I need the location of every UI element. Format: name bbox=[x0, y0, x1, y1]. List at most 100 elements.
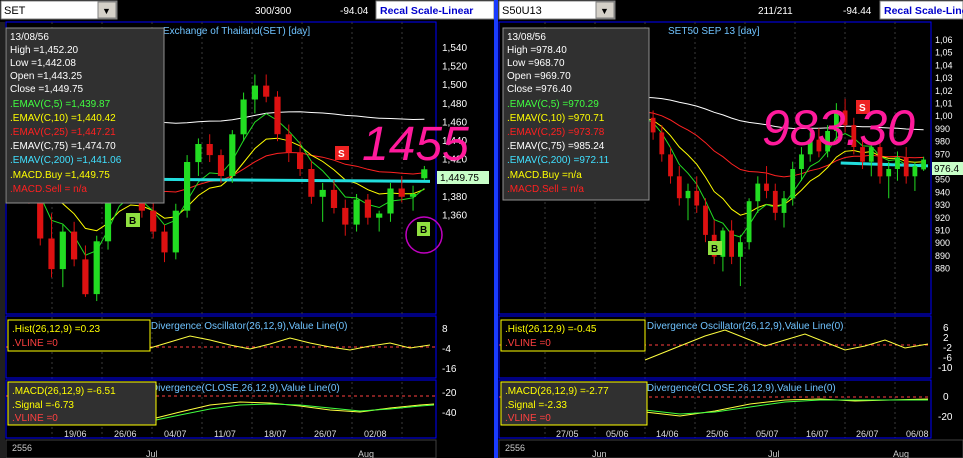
right-macd-label: .MACD(26,12,9) =-2.77 bbox=[505, 386, 609, 397]
date-tick-label: 27/05 bbox=[556, 429, 579, 439]
left-macd-label: .MACD(26,12,9) =-6.51 bbox=[12, 386, 116, 397]
left-recal-label: Recal Scale-Linear bbox=[380, 5, 473, 17]
left-info-emav25: .EMAV(C,25) =1,447.21 bbox=[10, 127, 116, 138]
right-symbol-text: S50U13 bbox=[502, 5, 542, 17]
right-info-emav10: .EMAV(C,10) =970.71 bbox=[507, 113, 605, 124]
left-macd-vline: .VLINE =0 bbox=[12, 413, 58, 424]
candle-body bbox=[903, 157, 909, 177]
date-tick-label: 05/07 bbox=[756, 429, 779, 439]
left-counter: 300/300 bbox=[255, 6, 292, 17]
price-tick-label: 1,540 bbox=[442, 43, 467, 54]
left-info-open: Open =1,443.25 bbox=[10, 71, 82, 82]
left-hist-label-box: .Hist(26,12,9) =0.23 .VLINE =0 bbox=[7, 319, 151, 352]
candle-body bbox=[895, 157, 900, 169]
price-tick-label: 1,380 bbox=[442, 192, 467, 203]
date-tick-label: 26/06 bbox=[114, 429, 137, 439]
date-tick-label: 19/06 bbox=[64, 429, 87, 439]
price-tick-label: 920 bbox=[935, 213, 950, 223]
chevron-down-icon: ▼ bbox=[102, 6, 111, 16]
candle-body bbox=[799, 154, 804, 169]
left-macd-tick: -40 bbox=[442, 408, 457, 419]
right-year-label: 2556 bbox=[505, 443, 525, 453]
right-change: -94.44 bbox=[843, 6, 872, 17]
candle-body bbox=[342, 207, 349, 225]
candle-body bbox=[764, 183, 769, 191]
candle-body bbox=[738, 242, 743, 257]
left-buy-marker-2-label: B bbox=[420, 225, 427, 236]
candle-body bbox=[251, 85, 258, 100]
right-info-emav5: .EMAV(C,5) =970.29 bbox=[507, 99, 599, 110]
left-info-box: 13/08/56 High =1,452.20 Low =1,442.08 Op… bbox=[5, 27, 165, 204]
price-tick-label: 1,01 bbox=[935, 99, 953, 109]
candle-body bbox=[93, 241, 100, 295]
price-tick-label: 940 bbox=[935, 187, 950, 197]
candle-body bbox=[886, 169, 892, 177]
right-month-label: Jul bbox=[768, 449, 780, 458]
candle-body bbox=[703, 205, 708, 235]
date-tick-label: 02/08 bbox=[364, 429, 387, 439]
candle-body bbox=[240, 99, 247, 135]
candle-body bbox=[790, 169, 796, 199]
right-month-label: Aug bbox=[893, 449, 909, 458]
right-info-date: 13/08/56 bbox=[507, 32, 546, 43]
price-tick-label: 1,02 bbox=[935, 86, 953, 96]
left-info-emav5: .EMAV(C,5) =1,439.87 bbox=[10, 99, 111, 110]
left-info-high: High =1,452.20 bbox=[10, 45, 79, 56]
price-tick-label: 1,04 bbox=[935, 60, 953, 70]
candle-body bbox=[694, 190, 700, 206]
right-hist-label-box: .Hist(26,12,9) =-0.45 .VLINE =0 bbox=[500, 319, 646, 352]
candle-body bbox=[48, 238, 55, 270]
right-big-value: 983.30 bbox=[762, 100, 915, 156]
candle-body bbox=[297, 152, 304, 169]
left-change: -94.04 bbox=[340, 6, 369, 17]
candle-body bbox=[921, 159, 926, 170]
candle-body bbox=[195, 144, 202, 163]
candle-body bbox=[285, 134, 292, 153]
left-info-emav75: .EMAV(C,75) =1,474.70 bbox=[10, 141, 116, 152]
price-tick-label: 990 bbox=[935, 124, 950, 134]
candle-body bbox=[229, 134, 236, 176]
right-info-close: Close =976.40 bbox=[507, 84, 572, 95]
candle-body bbox=[409, 194, 417, 197]
price-tick-label: 1,480 bbox=[442, 99, 467, 110]
right-signal-label: .Signal =-2.33 bbox=[505, 400, 567, 411]
date-tick-label: 05/06 bbox=[606, 429, 629, 439]
candle-body bbox=[364, 199, 371, 218]
left-info-emav200: .EMAV(C,200) =1,441.06 bbox=[10, 155, 122, 166]
right-macd-tick: -20 bbox=[938, 412, 953, 423]
date-tick-label: 18/07 bbox=[264, 429, 287, 439]
left-info-emav10: .EMAV(C,10) =1,440.42 bbox=[10, 113, 116, 124]
price-tick-label: 970 bbox=[935, 149, 950, 159]
left-scrollbar[interactable] bbox=[0, 22, 5, 458]
left-hist-tick: 8 bbox=[442, 324, 448, 335]
left-info-macd-sell: .MACD.Sell = n/a bbox=[10, 184, 87, 195]
candle-body bbox=[781, 198, 787, 213]
candle-body bbox=[772, 190, 778, 213]
price-tick-label: 900 bbox=[935, 238, 950, 248]
candle-body bbox=[184, 162, 191, 211]
left-buy-marker-1-label: B bbox=[129, 216, 136, 227]
left-info-close: Close =1,449.75 bbox=[10, 84, 84, 95]
right-info-macd-sell: .MACD.Sell = n/a bbox=[507, 184, 584, 195]
panel-divider[interactable] bbox=[494, 0, 498, 458]
candle-body bbox=[330, 189, 338, 208]
date-tick-label: 14/06 bbox=[656, 429, 679, 439]
candle-body bbox=[308, 169, 315, 197]
price-tick-label: 930 bbox=[935, 200, 950, 210]
candle-body bbox=[82, 259, 89, 295]
right-info-low: Low =968.70 bbox=[507, 58, 565, 69]
price-tick-label: 1,06 bbox=[935, 35, 953, 45]
candle-body bbox=[71, 231, 78, 260]
candle-body bbox=[172, 210, 179, 253]
right-info-box: 13/08/56 High =978.40 Low =968.70 Open =… bbox=[502, 27, 650, 201]
price-tick-label: 1,05 bbox=[935, 48, 953, 58]
candle-body bbox=[150, 210, 157, 232]
right-info-emav75: .EMAV(C,75) =985.24 bbox=[507, 141, 605, 152]
price-tick-label: 1,03 bbox=[935, 73, 953, 83]
left-sell-marker-label: S bbox=[338, 149, 345, 160]
date-tick-label: 04/07 bbox=[164, 429, 187, 439]
right-info-macd-buy: .MACD.Buy =n/a bbox=[507, 170, 582, 181]
candle-body bbox=[685, 190, 691, 199]
candle-body bbox=[206, 144, 213, 156]
price-tick-label: 1,500 bbox=[442, 80, 467, 91]
